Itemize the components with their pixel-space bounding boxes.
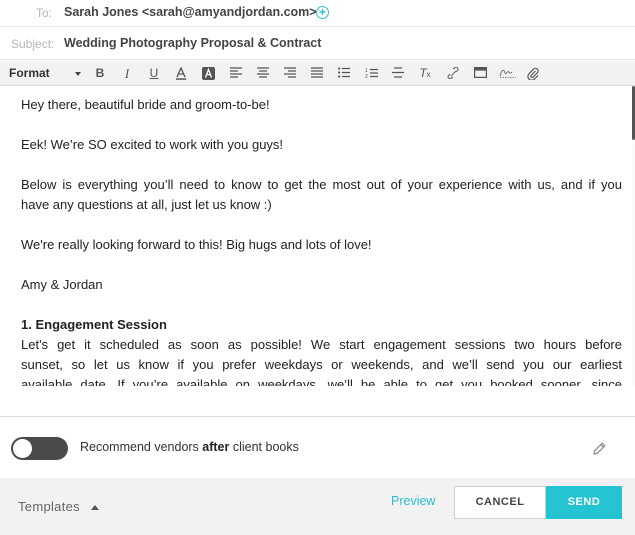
underline-icon[interactable]: U — [144, 64, 164, 83]
bold-icon[interactable]: B — [90, 64, 110, 83]
to-label: To: — [35, 6, 52, 20]
cancel-button[interactable]: CANCEL — [454, 486, 546, 519]
italic-icon[interactable]: I — [117, 64, 137, 83]
closing-paragraph: We're really looking forward to this! Bi… — [21, 237, 372, 252]
to-row: To: Sarah Jones <sarah@amyandjordan.com>… — [0, 0, 635, 27]
format-label: Format — [9, 66, 50, 80]
intro-paragraph-line1: Below is everything you’ll need to know … — [21, 177, 622, 192]
align-left-icon[interactable] — [226, 64, 246, 83]
text-color-icon[interactable] — [171, 64, 191, 83]
align-right-icon[interactable] — [280, 64, 300, 83]
subject-row: Subject: Wedding Photography Proposal & … — [0, 28, 635, 60]
preview-link[interactable]: Preview — [391, 494, 435, 508]
divider — [0, 416, 635, 417]
email-body-editor[interactable]: Hey there, beautiful bride and groom-to-… — [0, 86, 632, 386]
svg-text:2: 2 — [365, 74, 368, 79]
recipient-field[interactable]: Sarah Jones <sarah@amyandjordan.com> — [64, 5, 317, 19]
clear-formatting-icon[interactable]: Tx — [415, 64, 435, 83]
section-heading: 1. Engagement Session — [21, 317, 167, 332]
embed-icon[interactable] — [470, 64, 490, 83]
chevron-down-icon — [75, 72, 81, 76]
align-center-icon[interactable] — [253, 64, 273, 83]
recommend-vendors-label: Recommend vendors after client books — [80, 440, 299, 454]
toggle-knob — [13, 439, 32, 458]
strikethrough-icon[interactable] — [388, 64, 408, 83]
send-button[interactable]: SEND — [546, 486, 622, 519]
section-line2: sunset, so let us know if you prefer wee… — [21, 357, 622, 372]
templates-menu[interactable]: Templates — [18, 499, 80, 514]
bulleted-list-icon[interactable] — [334, 64, 354, 83]
link-icon[interactable] — [443, 64, 463, 83]
signature-paragraph: Amy & Jordan — [21, 277, 103, 292]
subject-label: Subject: — [11, 37, 55, 51]
edit-pencil-icon[interactable] — [592, 441, 607, 461]
section-line3: available date. If you’re available on w… — [21, 377, 622, 386]
justify-icon[interactable] — [307, 64, 327, 83]
formatting-toolbar: Format B I U 12 Tx — [0, 61, 635, 86]
attachment-icon[interactable] — [523, 64, 543, 83]
signature-icon[interactable] — [498, 64, 518, 83]
greeting-paragraph: Hey there, beautiful bride and groom-to-… — [21, 97, 270, 112]
highlight-icon[interactable] — [198, 64, 218, 83]
recommend-vendors-toggle[interactable] — [11, 437, 68, 460]
numbered-list-icon[interactable]: 12 — [361, 64, 381, 83]
subject-field[interactable]: Wedding Photography Proposal & Contract — [64, 36, 321, 50]
format-dropdown[interactable]: Format — [0, 61, 86, 86]
caret-up-icon[interactable] — [91, 505, 99, 510]
footer-bar: Templates Preview CANCEL SEND — [0, 478, 635, 535]
excited-paragraph: Eek! We’re SO excited to work with you g… — [21, 137, 284, 152]
intro-paragraph-line2: have any questions at all, just let us k… — [21, 197, 272, 212]
add-recipient-icon[interactable]: + — [316, 6, 329, 19]
section-line1: Let's get it scheduled as soon as possib… — [21, 337, 622, 352]
